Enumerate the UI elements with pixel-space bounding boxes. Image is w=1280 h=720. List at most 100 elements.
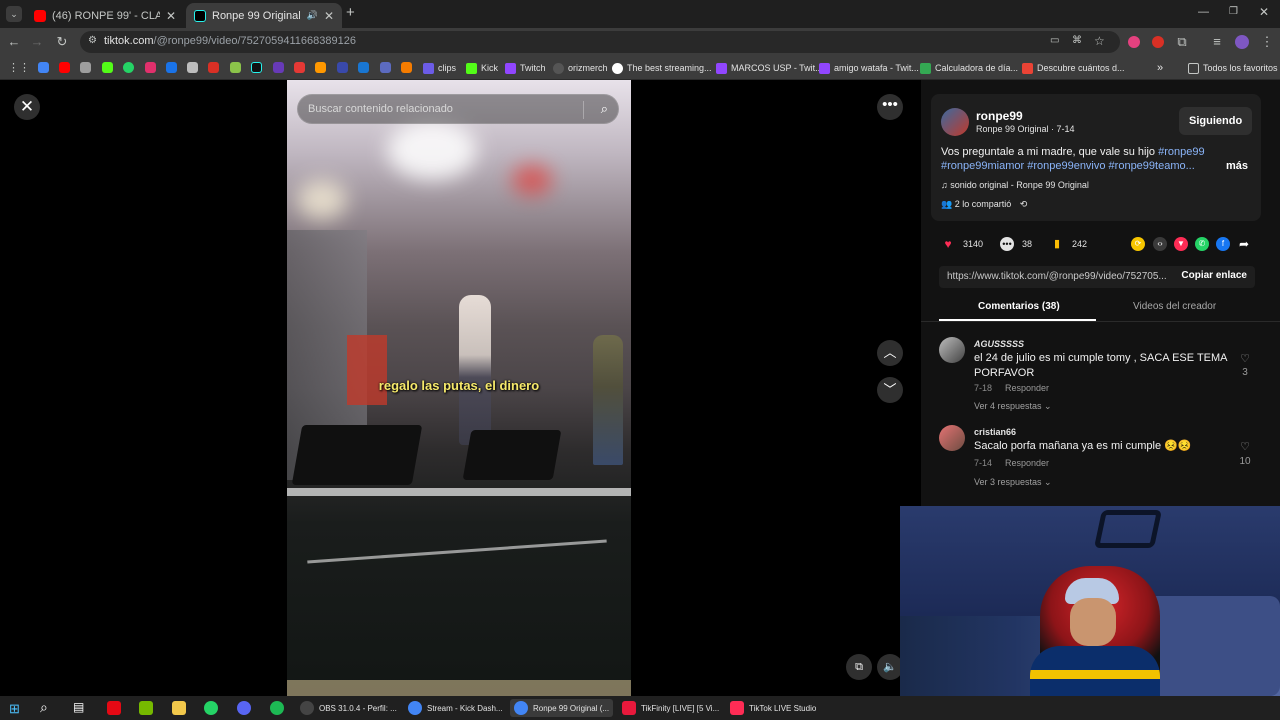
comment-like-icon[interactable]: ♡: [1235, 352, 1255, 365]
extensions-puzzle-icon[interactable]: ⧉: [1173, 33, 1191, 51]
reload-icon[interactable]: ↻: [53, 33, 71, 51]
video-player[interactable]: Buscar contenido relacionado ⌕ regalo la…: [287, 80, 631, 696]
profile-avatar[interactable]: [1235, 35, 1249, 49]
start-windows-icon[interactable]: ⊞: [9, 701, 20, 717]
translate-icon[interactable]: ⌘: [1072, 35, 1082, 46]
bookmark-icon[interactable]: [401, 62, 412, 73]
bookmark-marcos-usp[interactable]: MARCOS USP - Twit...: [716, 60, 823, 76]
view-replies-button[interactable]: Ver 3 respuestas ⌄: [974, 477, 1052, 488]
view-replies-button[interactable]: Ver 4 respuestas ⌄: [974, 401, 1052, 412]
tiktok-bookmark-icon[interactable]: [251, 62, 262, 73]
bookmark-clips[interactable]: clips: [423, 60, 456, 76]
whatsapp-icon[interactable]: ✆: [1195, 237, 1209, 251]
search-icon[interactable]: ⌕: [40, 699, 48, 716]
bookmark-amigo-watafa[interactable]: amigo watafa - Twit...: [819, 60, 919, 76]
taskbar-tiktok-live-studio[interactable]: TikTok LIVE Studio: [730, 699, 816, 717]
netflix-icon[interactable]: [107, 701, 121, 715]
taskbar-kick-dashboard[interactable]: Stream - Kick Dash...: [408, 699, 503, 717]
embed-code-icon[interactable]: ‹›: [1153, 237, 1167, 251]
whatsapp-icon[interactable]: [204, 701, 218, 715]
more-options-button[interactable]: •••: [877, 94, 903, 120]
comment-username[interactable]: cristian66: [974, 427, 1016, 437]
bookmark-kick[interactable]: Kick: [466, 60, 498, 76]
file-explorer-icon[interactable]: [172, 701, 186, 715]
youtube-bookmark-icon[interactable]: [59, 62, 70, 73]
reply-button[interactable]: Responder: [1005, 383, 1049, 393]
hashtag-links[interactable]: #ronpe99miamor #ronpe99envivo #ronpe99te…: [941, 160, 1195, 172]
google-bookmark-icon[interactable]: [38, 62, 49, 73]
whatsapp-bookmark-icon[interactable]: [123, 62, 134, 73]
bookmark-icon[interactable]: [230, 62, 241, 73]
shared-by-row[interactable]: 👥 2 lo compartió ⟲: [941, 199, 1027, 210]
cast-icon[interactable]: ▭: [1050, 35, 1059, 46]
like-button[interactable]: ♥ 3140: [941, 237, 983, 251]
more-description-button[interactable]: más: [1226, 160, 1248, 172]
apps-grid-icon[interactable]: ⋮⋮: [8, 61, 30, 74]
all-bookmarks-folder[interactable]: Todos los favoritos: [1188, 60, 1278, 76]
copy-link-button[interactable]: Copiar enlace: [1181, 270, 1247, 281]
minimize-button[interactable]: —: [1198, 6, 1209, 18]
nvidia-icon[interactable]: [139, 701, 153, 715]
address-bar[interactable]: ⚙ tiktok.com/@ronpe99/video/752705941166…: [80, 31, 1120, 53]
repost-share-icon[interactable]: ⟳: [1131, 237, 1145, 251]
browser-tab-youtube[interactable]: (46) RONPE 99' - CLARO - YouTube ✕: [26, 3, 184, 28]
related-search-input[interactable]: Buscar contenido relacionado ⌕: [297, 94, 619, 124]
bookmark-calculadora[interactable]: Calculadora de día...: [920, 60, 1018, 76]
taskbar-tikfinity[interactable]: TikFinity [LIVE] [5 Vi...: [622, 699, 719, 717]
bookmark-icon[interactable]: [358, 62, 369, 73]
task-view-icon[interactable]: ▤: [73, 700, 84, 714]
floating-player-button[interactable]: ⧉: [846, 654, 872, 680]
menu-kebab-icon[interactable]: ⋮: [1258, 33, 1276, 51]
extension-icon[interactable]: [1152, 36, 1164, 48]
tab-comments[interactable]: Comentarios (38): [978, 301, 1060, 312]
comment-like-icon[interactable]: ♡: [1235, 440, 1255, 453]
bookmark-icon[interactable]: [315, 62, 326, 73]
close-video-button[interactable]: ✕: [14, 94, 40, 120]
discord-icon[interactable]: [237, 701, 251, 715]
bookmark-orizmerch[interactable]: orizmerch: [553, 60, 608, 76]
close-window-button[interactable]: ✕: [1259, 5, 1269, 19]
bookmark-descubre[interactable]: Descubre cuántos d...: [1022, 60, 1125, 76]
tab-search-button[interactable]: ⌄: [6, 6, 22, 22]
bookmark-star-icon[interactable]: ☆: [1094, 34, 1105, 48]
next-video-button[interactable]: ﹀: [877, 377, 903, 403]
following-button[interactable]: Siguiendo: [1179, 107, 1253, 135]
close-tab-icon[interactable]: ✕: [166, 9, 176, 23]
restore-button[interactable]: ❐: [1229, 6, 1238, 17]
tab-creator-videos[interactable]: Videos del creador: [1133, 301, 1216, 312]
extension-icon[interactable]: [1128, 36, 1140, 48]
facebook-icon[interactable]: f: [1216, 237, 1230, 251]
reply-button[interactable]: Responder: [1005, 458, 1049, 468]
bookmark-icon[interactable]: [187, 62, 198, 73]
media-control-icon[interactable]: ≡: [1208, 33, 1226, 51]
send-friend-icon[interactable]: ▼: [1174, 237, 1188, 251]
comment-button[interactable]: ••• 38: [1000, 237, 1032, 251]
bookmark-icon[interactable]: [337, 62, 348, 73]
sound-link[interactable]: ♫ sonido original - Ronpe 99 Original: [941, 180, 1089, 190]
creator-avatar[interactable]: [941, 108, 969, 136]
bookmark-icon[interactable]: [80, 62, 91, 73]
share-arrow-icon[interactable]: ➦: [1237, 237, 1251, 251]
back-icon[interactable]: ←: [5, 33, 23, 51]
audio-playing-icon[interactable]: 🔊: [307, 10, 318, 21]
bookmark-icon[interactable]: [166, 62, 177, 73]
taskbar-tiktok-chrome[interactable]: Ronpe 99 Original (...: [510, 699, 614, 717]
bookmark-best-streaming[interactable]: The best streaming...: [612, 60, 712, 76]
close-tab-icon[interactable]: ✕: [324, 9, 334, 23]
taskbar-obs[interactable]: OBS 31.0.4 - Perfil: ...: [300, 699, 397, 717]
creator-username[interactable]: ronpe99: [976, 109, 1023, 123]
instagram-bookmark-icon[interactable]: [145, 62, 156, 73]
comment-username[interactable]: AGUSSSSS: [974, 339, 1024, 349]
hashtag-link[interactable]: #ronpe99: [1158, 146, 1205, 158]
spotify-icon[interactable]: [270, 701, 284, 715]
browser-tab-tiktok[interactable]: Ronpe 99 Original (@ronpe99) 🔊 ✕: [186, 3, 342, 28]
site-info-icon[interactable]: ⚙: [88, 35, 97, 46]
bookmark-icon[interactable]: [273, 62, 284, 73]
bookmark-icon[interactable]: [208, 62, 219, 73]
forward-icon[interactable]: →: [28, 33, 46, 51]
bookmark-twitch[interactable]: Twitch: [505, 60, 546, 76]
search-icon[interactable]: ⌕: [601, 101, 608, 117]
commenter-avatar[interactable]: [939, 337, 965, 363]
commenter-avatar[interactable]: [939, 425, 965, 451]
kick-bookmark-icon[interactable]: [102, 62, 113, 73]
